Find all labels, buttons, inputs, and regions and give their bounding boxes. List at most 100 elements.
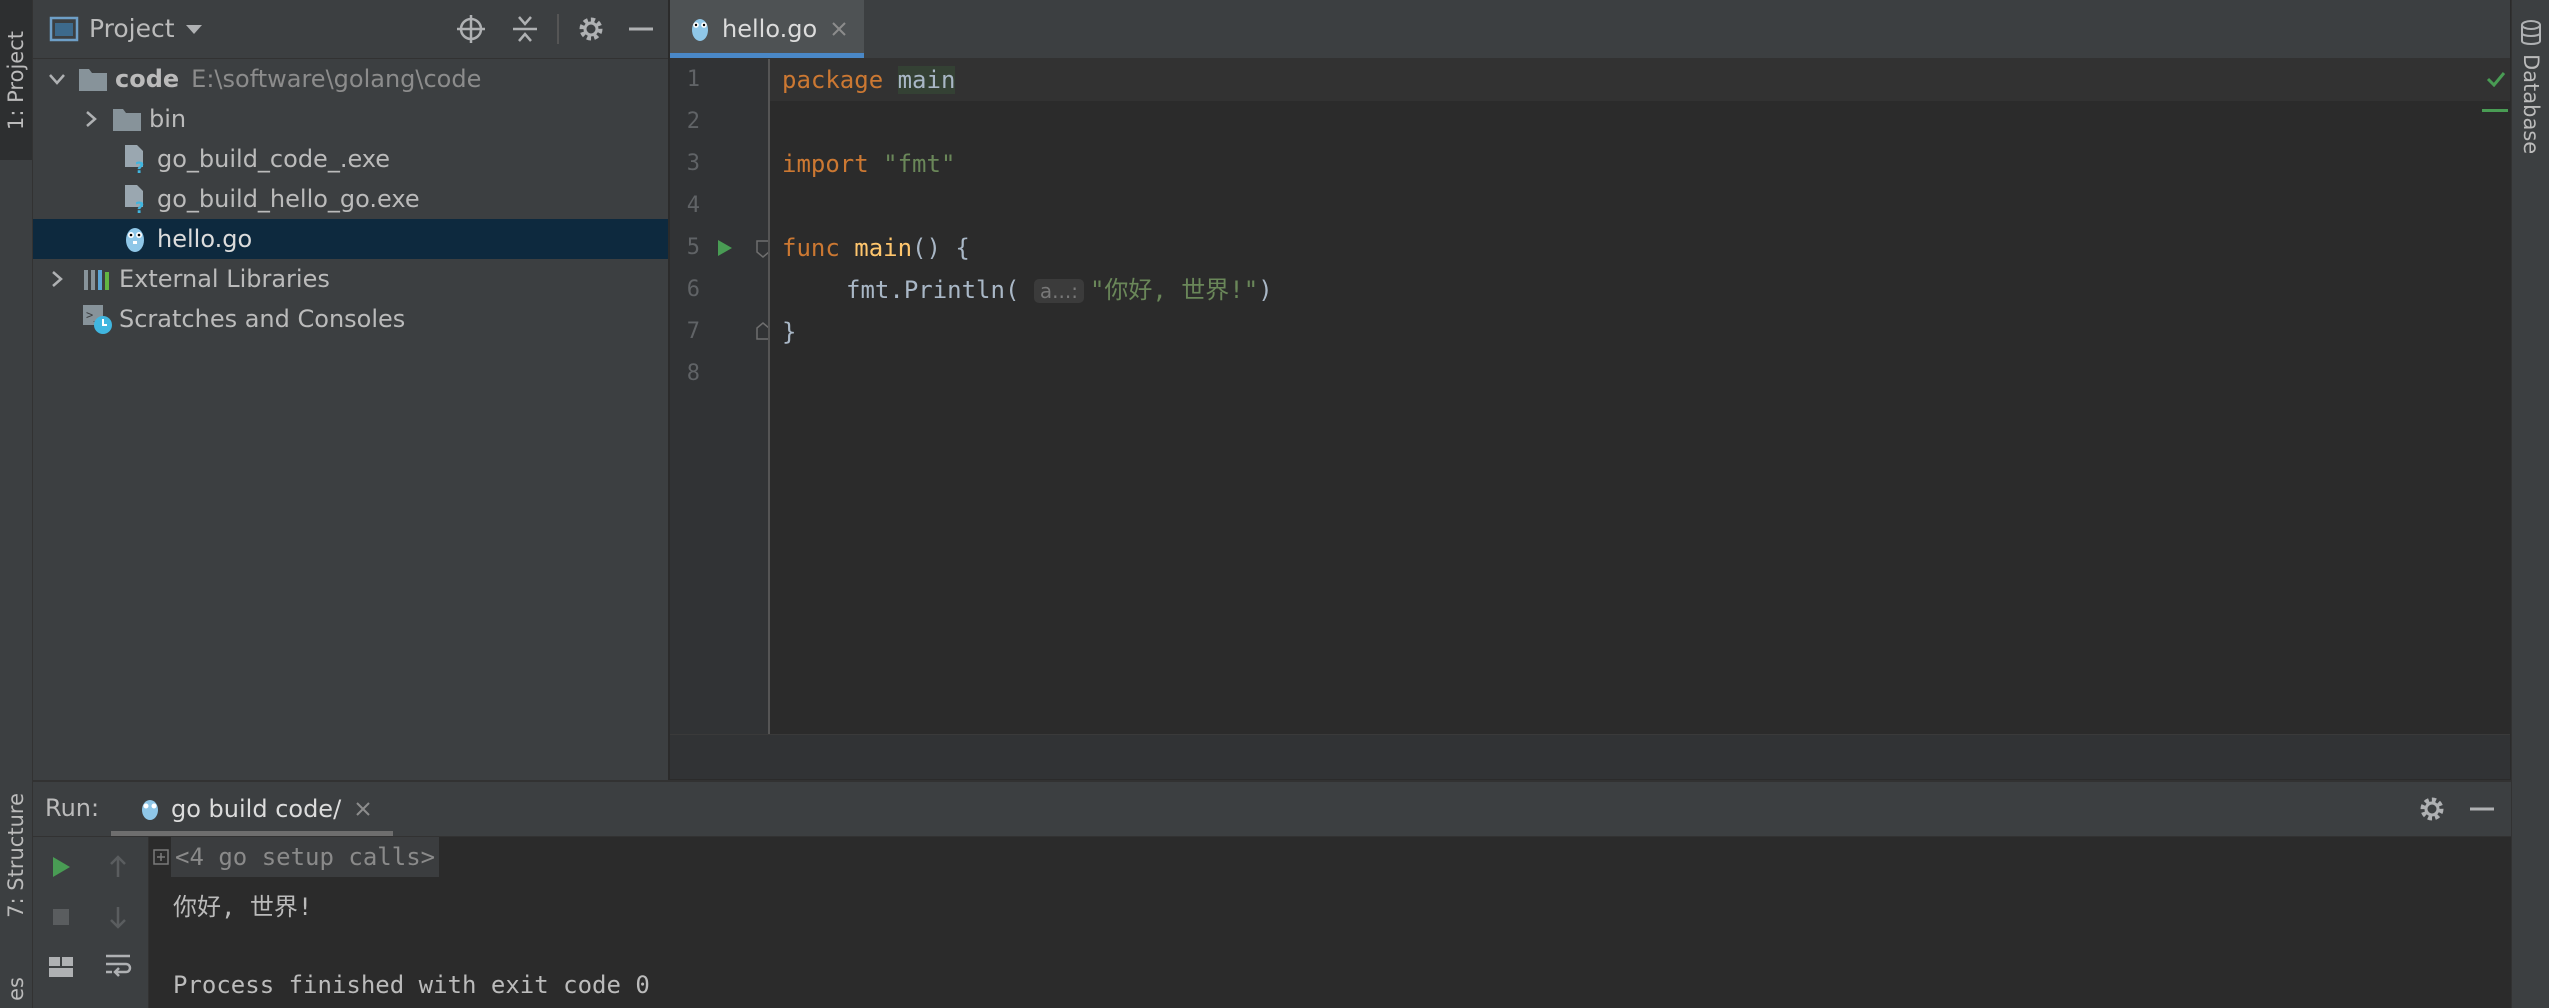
editor-tab-bar: hello.go [670, 0, 2510, 59]
arrow-down-icon[interactable] [88, 897, 148, 937]
tab-database[interactable]: Database [2512, 0, 2549, 170]
tree-path: E:\software\golang\code [191, 65, 482, 93]
chevron-down-icon[interactable] [185, 24, 203, 36]
tree-item-code[interactable]: code E:\software\golang\code [33, 59, 668, 99]
arrow-up-icon[interactable] [88, 847, 148, 887]
line-number: 2 [686, 109, 700, 134]
minimize-icon[interactable] [625, 13, 657, 45]
code-punct: () { [912, 234, 970, 262]
go-file-icon [119, 223, 151, 255]
code-line-1: package main [782, 59, 956, 101]
keyword: func [782, 234, 840, 262]
tab-project[interactable]: 1: Project [0, 0, 32, 160]
close-icon[interactable] [831, 21, 847, 37]
go-file-icon [688, 15, 712, 43]
run-tab[interactable]: go build code/ [111, 782, 393, 836]
code-line-6: fmt.Println( a...: "你好, 世界!") [846, 269, 1273, 311]
tree-label: go_build_hello_go.exe [157, 185, 420, 213]
rerun-icon[interactable] [33, 847, 88, 887]
right-tool-strip: Database [2511, 0, 2549, 1008]
run-panel-header: Run: go build code/ [33, 782, 2511, 837]
gear-icon[interactable] [2417, 794, 2447, 824]
tree-label: bin [149, 105, 187, 133]
identifier: main [897, 66, 956, 94]
run-toolbar-primary [33, 837, 88, 1008]
tree-label: hello.go [157, 225, 253, 253]
code-punct: ) [1258, 276, 1273, 304]
folded-setup-calls[interactable]: <4 go setup calls> [171, 837, 440, 877]
code-line-5: func main() { [782, 227, 970, 269]
tab-label: hello.go [722, 15, 818, 43]
folder-icon [77, 63, 109, 95]
code-editor[interactable]: 1 2 3 4 5 6 7 8 package main import "fmt… [670, 59, 2510, 734]
line-number: 5 [686, 235, 700, 260]
run-gutter-icon[interactable] [716, 238, 734, 258]
console-exit-line: Process finished with exit code 0 [173, 971, 650, 999]
keyword: import [782, 150, 869, 178]
line-number: 3 [686, 151, 700, 176]
tab-structure-label: 7: Structure [4, 792, 28, 918]
collapse-all-icon[interactable] [509, 13, 541, 45]
chevron-right-icon[interactable] [45, 267, 69, 291]
editor-gutter: 1 2 3 4 5 6 7 8 [670, 59, 770, 734]
chevron-down-icon[interactable] [45, 67, 69, 91]
inspection-ok-icon[interactable] [2486, 71, 2506, 87]
current-line-highlight [770, 59, 2510, 101]
editor-breadcrumb-bar [670, 734, 2510, 779]
layout-icon[interactable] [33, 947, 88, 987]
tree-label: External Libraries [119, 265, 330, 293]
tree-item-file[interactable]: ? go_build_code_.exe [33, 139, 668, 179]
stop-icon[interactable] [33, 897, 88, 937]
folder-icon [111, 103, 143, 135]
tree-item-bin[interactable]: bin [33, 99, 668, 139]
close-icon[interactable] [355, 801, 371, 817]
tree-label: code [115, 65, 180, 93]
line-number: 7 [686, 319, 700, 344]
run-label: Run: [45, 794, 100, 822]
project-view-title[interactable]: Project [89, 14, 175, 43]
code-punct: } [782, 318, 797, 346]
tab-favorites[interactable]: es [0, 970, 32, 1008]
chevron-right-icon[interactable] [79, 107, 103, 131]
tab-structure[interactable]: 7: Structure [0, 780, 32, 930]
line-number: 6 [686, 277, 700, 302]
line-number: 4 [686, 193, 700, 218]
tab-favorites-label: es [4, 977, 28, 1001]
run-tab-label: go build code/ [171, 795, 342, 823]
parameter-hint: a...: [1033, 279, 1084, 303]
code-line-7: } [782, 311, 796, 353]
libraries-icon [81, 263, 113, 295]
tab-database-label: Database [2519, 54, 2543, 155]
string-literal: "fmt" [883, 150, 956, 178]
run-console-output[interactable]: <4 go setup calls> 你好, 世界! Process finis… [149, 837, 2511, 1008]
code-punct: . [889, 276, 904, 304]
tree-label: Scratches and Consoles [119, 305, 406, 333]
tree-item-hello-go[interactable]: hello.go [33, 219, 668, 259]
active-tab-indicator [670, 53, 864, 58]
tree-item-file[interactable]: ? go_build_hello_go.exe [33, 179, 668, 219]
minimize-icon[interactable] [2469, 796, 2495, 822]
unknown-file-icon: ? [119, 143, 151, 175]
tree-item-external-libraries[interactable]: External Libraries [33, 259, 668, 299]
left-tool-strip: 1: Project 7: Structure es [0, 0, 33, 1008]
project-view-icon [49, 15, 79, 43]
keyword: package [782, 66, 884, 94]
tab-hello-go[interactable]: hello.go [670, 0, 864, 58]
console-output-line: 你好, 世界! [173, 893, 313, 921]
gutter-separator [768, 59, 770, 734]
tree-item-scratches[interactable]: >_ Scratches and Consoles [33, 299, 668, 339]
line-number: 1 [686, 67, 700, 92]
expand-fold-icon[interactable] [153, 849, 169, 865]
package-ref: fmt [846, 276, 890, 304]
scratches-icon: >_ [81, 303, 113, 335]
soft-wrap-icon[interactable] [88, 945, 148, 985]
svg-text:?: ? [135, 198, 144, 215]
locate-file-icon[interactable] [455, 13, 487, 45]
database-icon [2520, 20, 2542, 46]
unknown-file-icon: ? [119, 183, 151, 215]
tab-project-label: 1: Project [4, 30, 28, 130]
gear-icon[interactable] [575, 13, 607, 45]
run-toolbar-secondary [88, 837, 149, 1008]
project-panel: Project code E:\software\golang\code bin… [33, 0, 668, 780]
project-panel-header: Project [33, 0, 668, 59]
